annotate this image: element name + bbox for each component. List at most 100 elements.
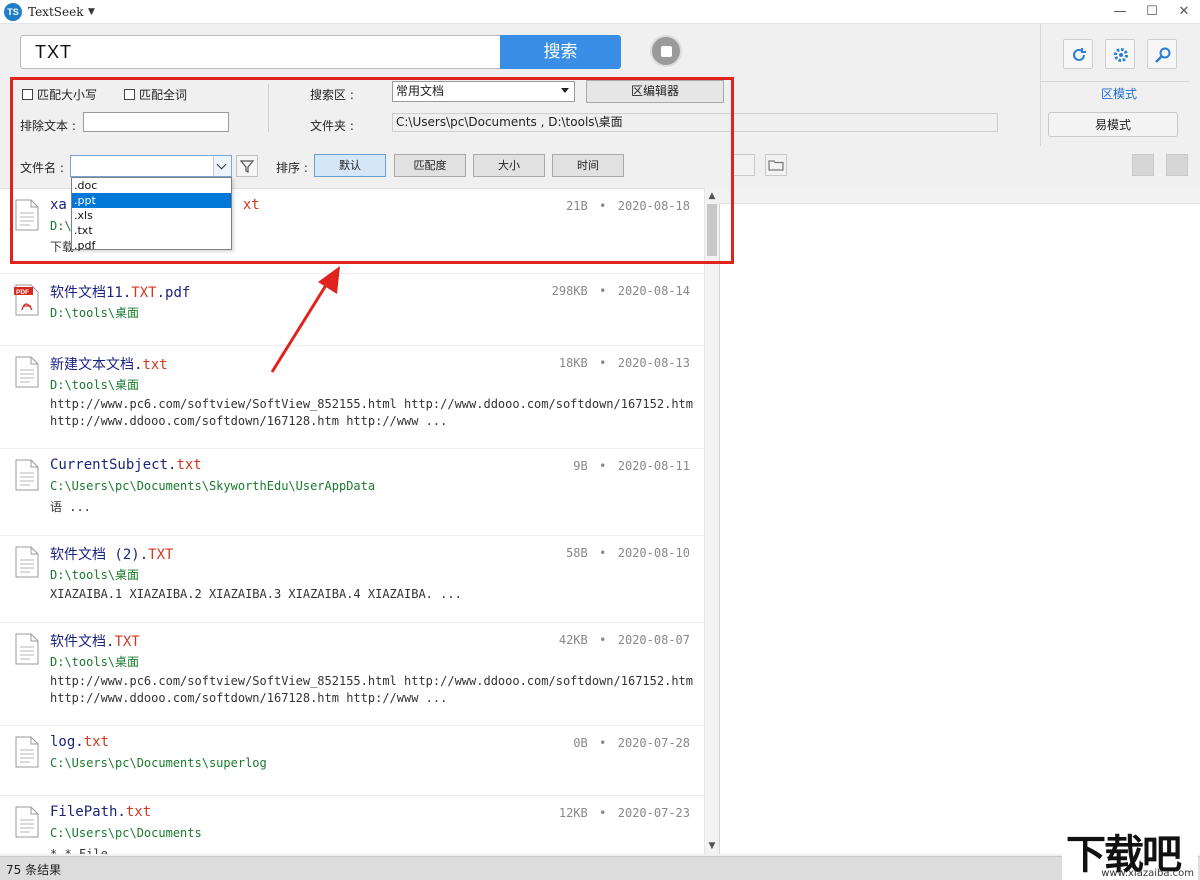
result-path: C:\Users\pc\Documents\superlog <box>50 756 267 770</box>
result-snippet: XIAZAIBA.1 XIAZAIBA.2 XIAZAIBA.3 XIAZAIB… <box>50 587 462 601</box>
folder-path: C:\Users\pc\Documents , D:\tools\桌面 <box>392 113 998 132</box>
result-snippet: http://www.pc6.com/softview/SoftView_852… <box>50 674 693 705</box>
search-button[interactable]: 搜索 <box>500 35 621 69</box>
result-path: D:\tools\桌面 <box>50 568 140 582</box>
search-area-select[interactable]: 常用文档 <box>392 81 575 102</box>
result-snippet: * * File <box>50 847 108 854</box>
close-button[interactable]: ✕ <box>1170 2 1198 22</box>
sort-time-button[interactable]: 时间 <box>552 154 624 177</box>
sort-default-button[interactable]: 默认 <box>314 154 386 177</box>
result-path: D:\tools\桌面 <box>50 378 140 392</box>
divider <box>268 84 269 132</box>
title-bar: TS TextSeek ▼ — ☐ ✕ <box>0 0 1200 24</box>
dropdown-arrow-icon <box>561 88 569 93</box>
stop-button[interactable] <box>650 35 682 67</box>
refresh-icon <box>1073 48 1086 61</box>
list-item[interactable]: 软件文档 (2).TXT D:\tools\桌面 XIAZAIBA.1 XIAZ… <box>0 536 704 623</box>
app-title: TextSeek <box>28 5 84 19</box>
result-name: 软件文档 (2).TXT <box>50 547 174 563</box>
checkbox-icon <box>22 89 33 100</box>
refresh-button[interactable] <box>1063 39 1093 69</box>
sort-label: 排序 : <box>276 161 308 175</box>
settings-button[interactable] <box>1105 39 1135 69</box>
result-meta: 12KB • 2020-07-23 <box>558 806 690 820</box>
result-path: D:\tools\桌面 <box>50 306 140 320</box>
filter-button[interactable] <box>236 155 258 177</box>
dropdown-option-selected[interactable]: .ppt <box>72 193 231 208</box>
list-item[interactable]: PDF 软件文档11.TXT.pdf D:\tools\桌面 298KB • 202… <box>0 274 704 346</box>
easy-mode-button[interactable]: 易模式 <box>1048 112 1178 137</box>
status-bar: 75 条结果 <box>0 856 1200 880</box>
result-meta: 9B • 2020-08-11 <box>573 459 690 473</box>
dropdown-option[interactable]: .doc <box>72 178 231 193</box>
list-item[interactable]: log.txt C:\Users\pc\Documents\superlog 0… <box>0 726 704 796</box>
file-icon[interactable] <box>733 154 755 176</box>
result-name: log.txt <box>50 734 110 750</box>
result-meta: 298KB • 2020-08-14 <box>551 284 690 298</box>
chevron-down-icon[interactable] <box>213 156 231 176</box>
document-icon <box>15 633 39 665</box>
search-area-label: 搜索区 : <box>310 88 354 102</box>
exclude-text-label: 排除文本 : <box>20 119 76 133</box>
match-word-checkbox[interactable]: 匹配全词 <box>124 86 187 103</box>
extension-dropdown[interactable]: .doc .ppt .xls .txt .pdf <box>71 177 232 253</box>
document-icon <box>15 736 39 768</box>
filename-label: 文件名 : <box>20 161 64 175</box>
dropdown-option[interactable]: .pdf <box>72 238 231 253</box>
result-snippet: http://www.pc6.com/softview/SoftView_852… <box>50 397 693 428</box>
find-button[interactable] <box>1147 39 1177 69</box>
maximize-button[interactable]: ☐ <box>1138 2 1166 22</box>
filename-combobox[interactable] <box>70 155 232 177</box>
zone-mode-link[interactable]: 区模式 <box>1048 85 1190 102</box>
search-input[interactable]: TXT <box>20 35 502 69</box>
result-meta: 21B • 2020-08-18 <box>566 199 690 213</box>
scroll-down-icon[interactable]: ▼ <box>707 840 717 852</box>
folder-icon[interactable] <box>765 154 787 176</box>
search-area-value: 常用文档 <box>396 84 445 98</box>
results-scrollbar[interactable]: ▲ ▼ <box>704 188 718 854</box>
minimize-button[interactable]: — <box>1106 2 1134 22</box>
result-path: C:\Users\pc\Documents <box>50 826 202 840</box>
match-case-checkbox[interactable]: 匹配大小写 <box>22 86 97 103</box>
document-icon <box>15 459 39 491</box>
watermark-logo: 下载吧 www.xiazaiba.com <box>1062 822 1198 880</box>
preview-pane <box>719 188 1200 854</box>
result-meta: 18KB • 2020-08-13 <box>558 356 690 370</box>
list-item[interactable]: FilePath.txt C:\Users\pc\Documents * * F… <box>0 796 704 854</box>
watermark-url: www.xiazaiba.com <box>1101 868 1194 879</box>
sort-size-button[interactable]: 大小 <box>473 154 545 177</box>
result-name: 软件文档11.TXT.pdf <box>50 285 191 301</box>
result-name: 软件文档.TXT <box>50 634 140 650</box>
document-icon <box>15 199 39 231</box>
document-icon <box>15 546 39 578</box>
list-item[interactable]: 软件文档.TXT D:\tools\桌面 http://www.pc6.com/… <box>0 623 704 726</box>
title-menu-chevron-icon[interactable]: ▼ <box>88 7 95 17</box>
scroll-up-icon[interactable]: ▲ <box>707 190 717 202</box>
result-count: 75 条结果 <box>6 863 62 877</box>
document-icon <box>15 356 39 388</box>
document-icon <box>15 806 39 838</box>
next-match-icon[interactable] <box>1166 154 1188 176</box>
dropdown-option[interactable]: .txt <box>72 223 231 238</box>
checkbox-icon <box>124 89 135 100</box>
match-case-label: 匹配大小写 <box>37 88 98 102</box>
exclude-text-input[interactable] <box>83 112 229 132</box>
results-list[interactable]: xa xt D:\ 下载 21B • 2020-08-18 PDF 软件文档11.TX… <box>0 188 704 854</box>
result-meta: 0B • 2020-07-28 <box>573 736 690 750</box>
svg-text:PDF: PDF <box>16 289 29 296</box>
prev-match-icon[interactable] <box>1132 154 1154 176</box>
list-item[interactable]: CurrentSubject.txt C:\Users\pc\Documents… <box>0 449 704 536</box>
area-editor-button[interactable]: 区编辑器 <box>586 80 724 103</box>
search-icon <box>1155 47 1171 63</box>
list-item[interactable]: 新建文本文档.txt D:\tools\桌面 http://www.pc6.co… <box>0 346 704 449</box>
sort-relevance-button[interactable]: 匹配度 <box>394 154 466 177</box>
result-name: FilePath.txt <box>50 804 152 820</box>
scroll-thumb[interactable] <box>707 204 717 256</box>
preview-header <box>719 188 1200 204</box>
app-logo-icon: TS <box>4 3 22 21</box>
result-path: D:\tools\桌面 <box>50 655 140 669</box>
result-meta: 42KB • 2020-08-07 <box>558 633 690 647</box>
result-meta: 58B • 2020-08-10 <box>566 546 690 560</box>
dropdown-option[interactable]: .xls <box>72 208 231 223</box>
divider <box>1040 81 1190 82</box>
